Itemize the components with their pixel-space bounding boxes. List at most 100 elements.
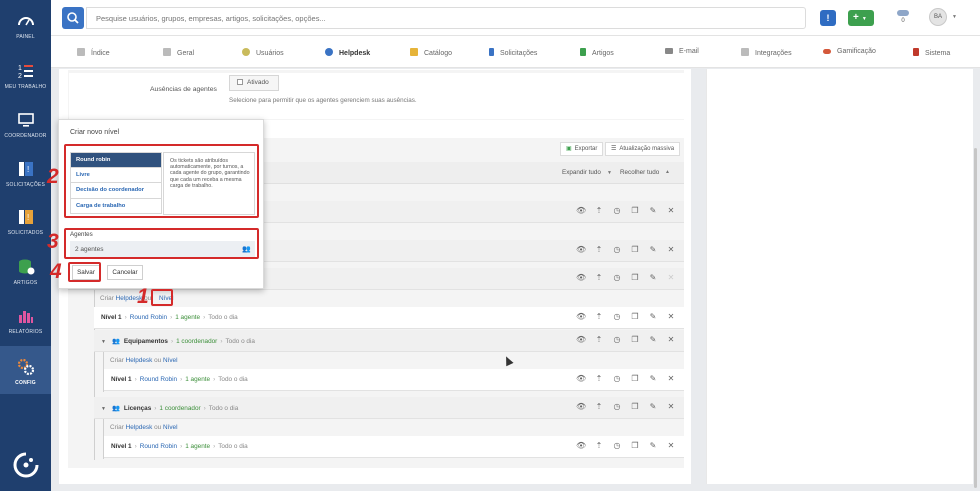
absence-help-text: Selecione para permitir que os agentes g…	[229, 97, 417, 104]
create-helpdesk-link[interactable]: Helpdesk	[126, 357, 153, 364]
move-icon[interactable]: ⇡	[594, 402, 604, 412]
search-input[interactable]	[86, 7, 806, 29]
tab-email[interactable]: E-mail	[665, 48, 699, 55]
export-button[interactable]: ▣ Exportar	[560, 142, 604, 156]
chevron-down-icon[interactable]: ▼	[101, 406, 106, 412]
clock-icon[interactable]: ◷	[612, 374, 622, 384]
copy-icon[interactable]: ❐	[630, 335, 640, 345]
level-name: Nível 1	[101, 314, 122, 321]
move-icon[interactable]: ⇡	[594, 312, 604, 322]
move-icon[interactable]: ⇡	[594, 245, 604, 255]
mass-update-button[interactable]: ☰ Atualização massiva	[605, 142, 681, 156]
sidebar-item-relatorios[interactable]: RELATÓRIOS	[0, 307, 51, 335]
sidebar-item-painel[interactable]: PAINEL	[0, 12, 51, 40]
edit-icon[interactable]: ✎	[648, 312, 658, 322]
tab-usuarios[interactable]: Usuários	[242, 48, 284, 57]
tab-sistema[interactable]: Sistema	[913, 48, 950, 57]
copy-icon[interactable]: ❐	[630, 245, 640, 255]
copy-icon[interactable]: ❐	[630, 374, 640, 384]
close-icon[interactable]: ✕	[666, 402, 676, 412]
tree-row-level[interactable]: Nível 1 › Round Robin › 1 agente › Todo o dia …	[104, 436, 684, 458]
view-icon[interactable]: 👁	[576, 206, 586, 216]
absence-toggle[interactable]: Ativado	[229, 75, 279, 91]
sidebar-item-meu-trabalho[interactable]: 12 MEU TRABALHO	[0, 62, 51, 90]
clock-icon[interactable]: ◷	[612, 441, 622, 451]
tab-helpdesk[interactable]: Helpdesk	[325, 48, 370, 57]
edit-icon[interactable]: ✎	[648, 206, 658, 216]
tree-row-group[interactable]: ▼ 👥 Equipamentos › 1 coordenador › Todo o dia …	[94, 330, 684, 352]
view-icon[interactable]: 👁	[576, 441, 586, 451]
database-icon	[18, 259, 34, 275]
cancel-button[interactable]: Cancelar	[107, 265, 143, 280]
move-icon[interactable]: ⇡	[594, 441, 604, 451]
tree-row-group[interactable]: ▼ 👥 Licenças › 1 coordenador › Todo o dia 👁 ⇡ ◷ ❐…	[94, 397, 684, 419]
sidebar-item-solicitados[interactable]: ! SOLICITADOS	[0, 208, 51, 236]
sidebar-label: CONFIG	[15, 380, 36, 386]
sidebar-item-artigos[interactable]: ARTIGOS	[0, 258, 51, 286]
tab-solicitacoes[interactable]: Solicitações	[489, 48, 537, 57]
expand-all-link[interactable]: Expandir tudo	[562, 169, 601, 176]
clock-icon[interactable]: ◷	[612, 402, 622, 412]
close-icon[interactable]: ✕	[666, 206, 676, 216]
integrations-icon	[741, 48, 749, 56]
edit-icon[interactable]: ✎	[648, 273, 658, 283]
view-icon[interactable]: 👁	[576, 273, 586, 283]
create-helpdesk-link[interactable]: Helpdesk	[126, 424, 153, 431]
clock-icon[interactable]: ◷	[612, 335, 622, 345]
move-icon[interactable]: ⇡	[594, 374, 604, 384]
close-icon[interactable]: ✕	[666, 335, 676, 345]
search-button[interactable]	[62, 7, 84, 29]
chevron-down-icon[interactable]: ▼	[101, 339, 106, 345]
tree-row-level[interactable]: Nível 1 › Round Robin › 1 agente › Todo o dia …	[94, 307, 684, 329]
view-icon[interactable]: 👁	[576, 335, 586, 345]
close-icon[interactable]: ✕	[666, 374, 676, 384]
gamification-icon[interactable]	[896, 9, 910, 17]
tab-indice[interactable]: Índice	[77, 48, 110, 57]
tab-integracoes[interactable]: Integrações	[741, 48, 792, 57]
scrollbar[interactable]	[974, 148, 977, 488]
view-icon[interactable]: 👁	[576, 374, 586, 384]
chevron-down-icon[interactable]: ▼	[952, 14, 957, 20]
clock-icon[interactable]: ◷	[612, 206, 622, 216]
svg-text:1: 1	[18, 65, 22, 72]
clock-icon[interactable]: ◷	[612, 273, 622, 283]
edit-icon[interactable]: ✎	[648, 402, 658, 412]
close-icon[interactable]: ✕	[666, 245, 676, 255]
info-button[interactable]: !	[820, 10, 836, 26]
copy-icon[interactable]: ❐	[630, 273, 640, 283]
view-icon[interactable]: 👁	[576, 402, 586, 412]
copy-icon[interactable]: ❐	[630, 441, 640, 451]
sidebar-item-config[interactable]: CONFIG	[0, 346, 51, 394]
tab-gamificacao[interactable]: Gamificação	[823, 48, 876, 55]
clock-icon[interactable]: ◷	[612, 245, 622, 255]
close-icon[interactable]: ✕	[666, 441, 676, 451]
tab-geral[interactable]: Geral	[163, 48, 194, 57]
edit-icon[interactable]: ✎	[648, 374, 658, 384]
tree-row-level[interactable]: Nível 1 › Round Robin › 1 agente › Todo o dia …	[104, 369, 684, 391]
collapse-all-link[interactable]: Recolher tudo	[620, 169, 659, 176]
move-icon[interactable]: ⇡	[594, 206, 604, 216]
sidebar-item-solicitacoes[interactable]: ! SOLICITAÇÕES	[0, 160, 51, 188]
edit-icon[interactable]: ✎	[648, 441, 658, 451]
move-icon[interactable]: ⇡	[594, 335, 604, 345]
group-time: Todo o dia	[208, 405, 239, 412]
avatar[interactable]: BA	[929, 8, 947, 26]
add-label: +	[853, 12, 859, 23]
edit-icon[interactable]: ✎	[648, 335, 658, 345]
view-icon[interactable]: 👁	[576, 312, 586, 322]
clock-icon[interactable]: ◷	[612, 312, 622, 322]
edit-icon[interactable]: ✎	[648, 245, 658, 255]
close-icon[interactable]: ✕	[666, 312, 676, 322]
view-icon[interactable]: 👁	[576, 245, 586, 255]
add-button[interactable]: + ▼	[848, 10, 874, 26]
copy-icon[interactable]: ❐	[630, 402, 640, 412]
move-icon[interactable]: ⇡	[594, 273, 604, 283]
tab-catalogo[interactable]: Catálogo	[410, 48, 452, 57]
create-level-link[interactable]: Nível	[163, 424, 178, 431]
tab-label: Helpdesk	[339, 50, 371, 57]
tab-artigos[interactable]: Artigos	[580, 48, 614, 57]
copy-icon[interactable]: ❐	[630, 206, 640, 216]
sidebar-item-coordenador[interactable]: COORDENADOR	[0, 111, 51, 139]
copy-icon[interactable]: ❐	[630, 312, 640, 322]
create-level-link[interactable]: Nível	[163, 357, 178, 364]
